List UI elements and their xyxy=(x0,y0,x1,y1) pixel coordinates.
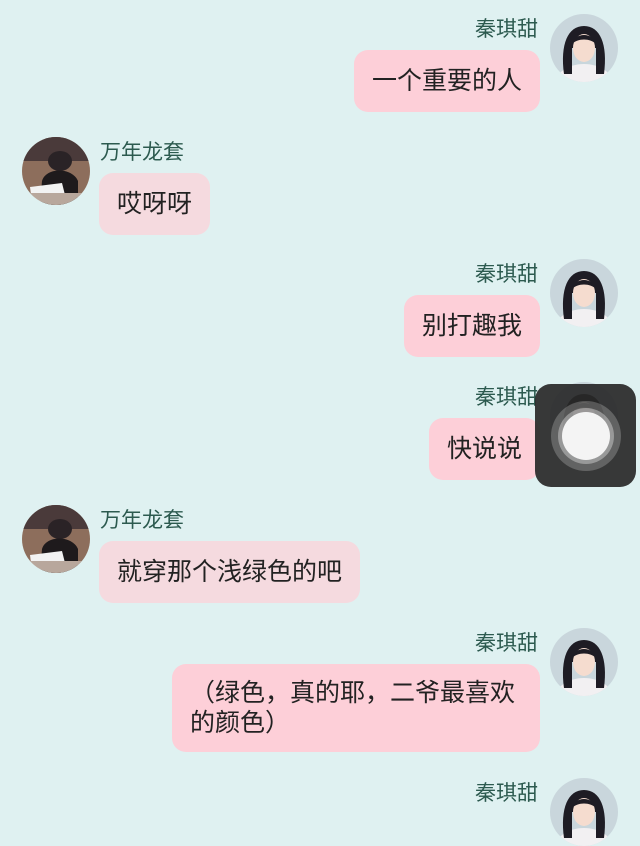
avatar[interactable] xyxy=(550,778,618,846)
message-bubble[interactable]: 一个重要的人 xyxy=(353,50,540,112)
sender-name: 秦琪甜 xyxy=(475,781,538,805)
avatar[interactable] xyxy=(22,505,90,573)
message-bubble[interactable]: 别打趣我 xyxy=(403,295,540,357)
assistive-core xyxy=(562,412,610,460)
sender-name: 秦琪甜 xyxy=(475,262,538,286)
message-bubble[interactable]: 快说说 xyxy=(428,418,540,480)
girl-portrait-icon xyxy=(550,778,618,846)
message-bubble[interactable]: （绿色，真的耶，二爷最喜欢的颜色） xyxy=(172,664,540,752)
avatar[interactable] xyxy=(550,14,618,82)
assistive-touch-icon[interactable] xyxy=(535,384,636,487)
sender-name: 秦琪甜 xyxy=(475,385,538,409)
avatar[interactable] xyxy=(550,628,618,696)
sender-name: 秦琪甜 xyxy=(475,631,538,655)
desk-photo-icon xyxy=(22,137,90,205)
girl-portrait-icon xyxy=(550,259,618,327)
message-bubble[interactable]: 哎呀呀 xyxy=(99,173,211,235)
avatar[interactable] xyxy=(550,259,618,327)
sender-name: 万年龙套 xyxy=(100,508,184,532)
sender-name: 万年龙套 xyxy=(100,140,184,164)
message-bubble[interactable]: 就穿那个浅绿色的吧 xyxy=(99,541,361,603)
sender-name: 秦琪甜 xyxy=(475,17,538,41)
girl-portrait-icon xyxy=(550,628,618,696)
girl-portrait-icon xyxy=(550,14,618,82)
avatar[interactable] xyxy=(22,137,90,205)
desk-photo-icon xyxy=(22,505,90,573)
